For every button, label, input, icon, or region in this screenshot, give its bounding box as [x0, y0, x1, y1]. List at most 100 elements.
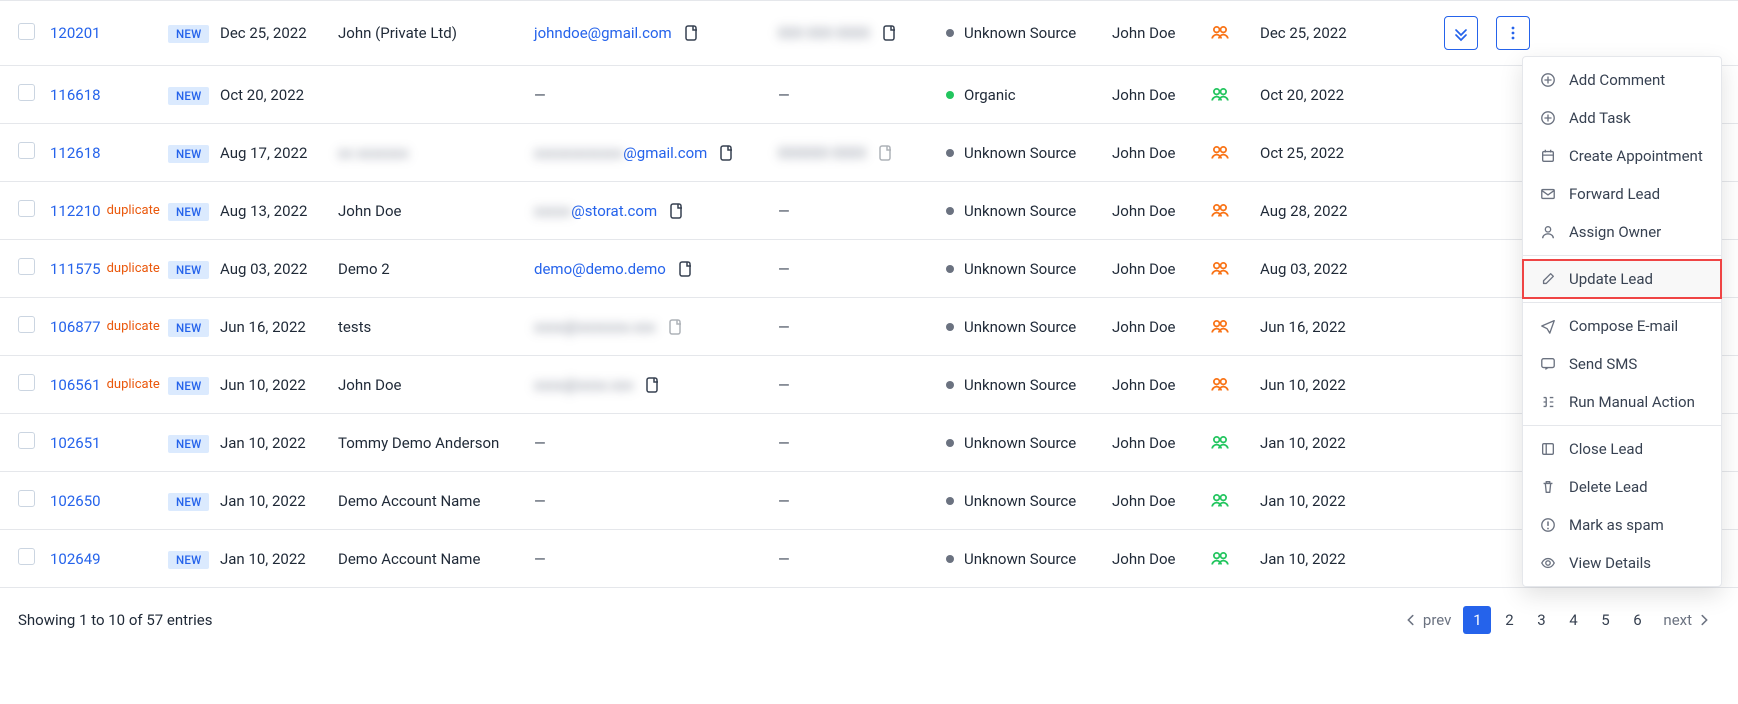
pager-next[interactable]: next: [1655, 607, 1720, 633]
menu-send-sms[interactable]: Send SMS: [1523, 345, 1721, 383]
status-badge: NEW: [168, 319, 209, 337]
menu-mark-spam[interactable]: Mark as spam: [1523, 506, 1721, 544]
trash-icon: [1539, 478, 1557, 496]
pager-prev[interactable]: prev: [1395, 607, 1460, 633]
status-badge: NEW: [168, 551, 209, 569]
lead-id-link[interactable]: 112210: [50, 202, 101, 220]
source-dot-icon: [946, 149, 954, 157]
lead-id-link[interactable]: 106561: [50, 376, 101, 394]
row-select-checkbox[interactable]: [18, 23, 35, 40]
menu-divider: [1523, 302, 1721, 303]
menu-view-details[interactable]: View Details: [1523, 544, 1721, 582]
row-select-checkbox[interactable]: [18, 258, 35, 275]
updated-date: Oct 25, 2022: [1260, 144, 1344, 162]
menu-item-label: Add Comment: [1569, 71, 1665, 89]
lead-email[interactable]: xxxxx@storat.com: [534, 202, 657, 220]
page-number[interactable]: 6: [1623, 606, 1651, 634]
row-menu-button[interactable]: [1496, 16, 1530, 50]
source-dot-icon: [946, 91, 954, 99]
empty-value: —: [778, 318, 790, 336]
lead-source: Unknown Source: [964, 260, 1076, 278]
created-date: Oct 20, 2022: [220, 86, 304, 104]
lead-email[interactable]: xxxx@xxxxxxx.xxx: [534, 318, 656, 336]
menu-add-comment[interactable]: Add Comment: [1523, 61, 1721, 99]
page-number[interactable]: 5: [1591, 606, 1619, 634]
document-icon[interactable]: [682, 24, 700, 42]
team-icon: [1210, 491, 1260, 511]
menu-divider: [1523, 425, 1721, 426]
menu-assign-owner[interactable]: Assign Owner: [1523, 213, 1721, 251]
menu-compose-email[interactable]: Compose E-mail: [1523, 307, 1721, 345]
row-select-checkbox[interactable]: [18, 490, 35, 507]
lead-email[interactable]: johndoe@gmail.com: [534, 24, 672, 42]
expand-button[interactable]: [1444, 16, 1478, 50]
lead-name: John (Private Ltd): [338, 24, 457, 42]
table-footer: Showing 1 to 10 of 57 entries prev123456…: [0, 588, 1738, 646]
created-date: Jan 10, 2022: [220, 492, 306, 510]
document-icon[interactable]: [643, 376, 661, 394]
status-badge: NEW: [168, 87, 209, 105]
table-row: 106877duplicateNEWJun 16, 2022testsxxxx@…: [0, 298, 1738, 356]
row-select-checkbox[interactable]: [18, 374, 35, 391]
menu-update-lead[interactable]: Update Lead: [1523, 260, 1721, 298]
menu-add-task[interactable]: Add Task: [1523, 99, 1721, 137]
empty-value: —: [534, 492, 546, 510]
lead-id-link[interactable]: 106877: [50, 318, 101, 336]
empty-value: —: [778, 86, 790, 104]
lead-id-link[interactable]: 116618: [50, 86, 101, 104]
page-number[interactable]: 1: [1463, 606, 1491, 634]
updated-date: Oct 20, 2022: [1260, 86, 1344, 104]
menu-delete-lead[interactable]: Delete Lead: [1523, 468, 1721, 506]
menu-run-manual-action[interactable]: Run Manual Action: [1523, 383, 1721, 421]
team-icon: [1210, 375, 1260, 395]
page-number[interactable]: 3: [1527, 606, 1555, 634]
document-icon[interactable]: [667, 202, 685, 220]
menu-create-appointment[interactable]: Create Appointment: [1523, 137, 1721, 175]
row-select-checkbox[interactable]: [18, 84, 35, 101]
lead-id-link[interactable]: 102649: [50, 550, 101, 568]
table-row: 102650NEWJan 10, 2022Demo Account Name——…: [0, 472, 1738, 530]
row-select-checkbox[interactable]: [18, 142, 35, 159]
document-icon[interactable]: [876, 144, 894, 162]
empty-value: —: [778, 260, 790, 278]
lead-email[interactable]: xxxxxxxxxxxx@gmail.com: [534, 144, 707, 162]
document-icon[interactable]: [717, 144, 735, 162]
created-date: Jun 16, 2022: [220, 318, 306, 336]
team-icon: [1210, 143, 1260, 163]
lead-owner: John Doe: [1112, 260, 1175, 278]
calendar-icon: [1539, 147, 1557, 165]
source-dot-icon: [946, 323, 954, 331]
lead-name: tests: [338, 318, 371, 336]
page-number[interactable]: 4: [1559, 606, 1587, 634]
menu-forward-lead[interactable]: Forward Lead: [1523, 175, 1721, 213]
duplicate-label: duplicate: [107, 203, 160, 218]
lead-owner: John Doe: [1112, 434, 1175, 452]
status-badge: NEW: [168, 25, 209, 43]
lead-source: Unknown Source: [964, 376, 1076, 394]
lead-id-link[interactable]: 120201: [50, 24, 101, 42]
lead-id-link[interactable]: 111575: [50, 260, 101, 278]
document-icon[interactable]: [666, 318, 684, 336]
row-select-checkbox[interactable]: [18, 316, 35, 333]
document-icon[interactable]: [676, 260, 694, 278]
lead-source: Unknown Source: [964, 318, 1076, 336]
lead-id-link[interactable]: 102651: [50, 434, 101, 452]
document-icon[interactable]: [880, 24, 898, 42]
updated-date: Dec 25, 2022: [1260, 24, 1347, 42]
lead-name: Demo Account Name: [338, 492, 480, 510]
empty-value: —: [778, 202, 790, 220]
lead-source: Unknown Source: [964, 144, 1076, 162]
page-number[interactable]: 2: [1495, 606, 1523, 634]
menu-close-lead[interactable]: Close Lead: [1523, 430, 1721, 468]
lead-id-link[interactable]: 112618: [50, 144, 101, 162]
lead-email[interactable]: demo@demo.demo: [534, 260, 666, 278]
lead-id-link[interactable]: 102650: [50, 492, 101, 510]
status-badge: NEW: [168, 377, 209, 395]
row-select-checkbox[interactable]: [18, 432, 35, 449]
lead-email[interactable]: xxxx@xxxx.xxx: [534, 376, 633, 394]
updated-date: Jun 10, 2022: [1260, 376, 1346, 394]
row-select-checkbox[interactable]: [18, 200, 35, 217]
send-icon: [1539, 317, 1557, 335]
table-row: 116618NEWOct 20, 2022——OrganicJohn DoeOc…: [0, 66, 1738, 124]
row-select-checkbox[interactable]: [18, 548, 35, 565]
